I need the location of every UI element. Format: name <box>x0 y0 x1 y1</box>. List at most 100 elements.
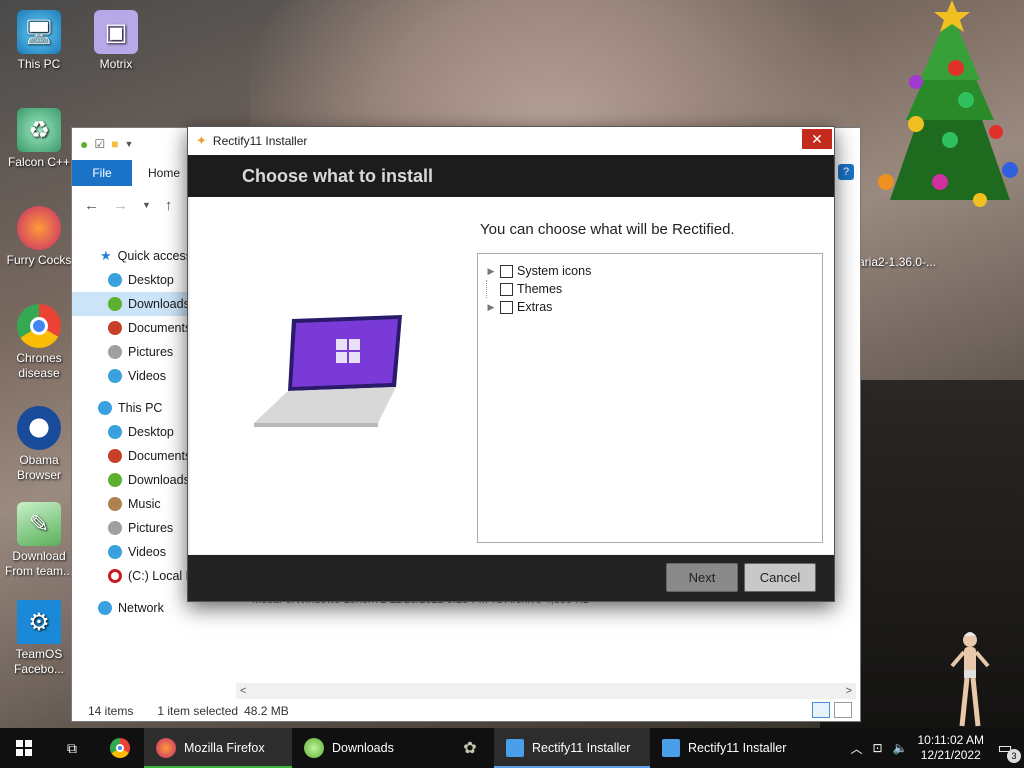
tree-item-local-disk[interactable]: (C:) Local D <box>72 564 190 588</box>
falcon-icon: ♻ <box>17 108 61 152</box>
taskbar-app-downloads[interactable]: Downloads <box>292 728 446 768</box>
start-button[interactable] <box>0 728 48 768</box>
videos-folder-icon <box>108 545 122 559</box>
option-checkbox[interactable] <box>500 282 513 296</box>
ribbon-file-tab[interactable]: File <box>72 160 132 186</box>
tree-item-desktop[interactable]: Desktop <box>72 420 190 444</box>
desktop-icon-obama[interactable]: Obama Browser <box>1 406 77 483</box>
chevron-up-icon[interactable]: ︿ <box>850 740 862 757</box>
taskbar: ⧉ Mozilla Firefox Downloads ✿ Rectify11 … <box>0 728 1024 768</box>
details-view-icon[interactable] <box>812 702 830 718</box>
taskbar-pinned-app[interactable]: ✿ <box>446 728 494 768</box>
network-icon <box>98 601 112 615</box>
clock-time: 10:11:02 AM <box>917 733 985 747</box>
status-selection: 1 item selected <box>157 704 239 718</box>
explorer-icon <box>304 738 324 758</box>
installer-titlebar[interactable]: ✦ Rectify11 Installer ✕ <box>188 127 834 155</box>
tree-item-downloads[interactable]: Downloads <box>72 468 190 492</box>
view-toggle <box>812 702 852 718</box>
desktop-icon-label: Chrones disease <box>16 351 62 380</box>
tree-item-pictures[interactable]: Pictures <box>72 340 190 364</box>
option-themes[interactable]: Themes <box>486 280 562 298</box>
taskbar-app-label: Rectify11 Installer <box>688 741 787 755</box>
tree-item-network[interactable]: Network <box>72 596 190 620</box>
clock[interactable]: 10:11:02 AM 12/21/2022 <box>918 733 985 763</box>
firefox-icon <box>156 738 176 758</box>
downloads-folder-icon <box>108 473 122 487</box>
tree-item-label: Network <box>118 601 164 615</box>
tree-item-pictures[interactable]: Pictures <box>72 516 190 540</box>
tree-item-music[interactable]: Music <box>72 492 190 516</box>
large-icons-view-icon[interactable] <box>834 702 852 718</box>
recent-locations-chevron-icon[interactable]: ▼ <box>142 200 151 210</box>
back-arrow-icon[interactable]: ← <box>84 197 99 214</box>
laptop-illustration <box>254 315 402 427</box>
chevron-down-icon[interactable]: ▼ <box>124 139 133 149</box>
chrome-icon <box>17 304 61 348</box>
clock-date: 12/21/2022 <box>920 748 981 762</box>
component-tree: ▶ System icons Themes ▶ Extras <box>477 253 823 543</box>
network-tray-icon[interactable]: ⊡ <box>872 741 882 755</box>
option-label: System icons <box>517 264 592 278</box>
expand-chevron-icon[interactable]: ▶ <box>486 266 496 277</box>
installer-title: Rectify11 Installer <box>212 134 308 148</box>
explorer-nav-tree: ★ Quick access Desktop Downloads Documen… <box>72 244 190 620</box>
quick-access-toolbar-icon[interactable]: ☑ <box>94 137 105 151</box>
status-size: 48.2 MB <box>244 704 289 718</box>
notification-center-button[interactable]: ▭ 3 <box>994 737 1021 763</box>
desktop-icon-this-pc[interactable]: 🖥 This PC <box>1 10 77 72</box>
option-system-icons[interactable]: ▶ System icons <box>486 262 592 280</box>
downloads-folder-icon <box>108 297 122 311</box>
installer-footer: Next Cancel <box>188 555 834 601</box>
notification-count: 3 <box>1007 749 1021 763</box>
tree-item-label: Documents <box>128 449 190 463</box>
cancel-button[interactable]: Cancel <box>744 563 816 592</box>
status-item-count: 14 items <box>88 704 134 718</box>
installer-dialog[interactable]: ✦ Rectify11 Installer ✕ Choose what to i… <box>187 126 835 602</box>
tree-item-documents[interactable]: Documents <box>72 316 190 340</box>
desktop-icon-label: Motrix <box>99 57 133 71</box>
close-icon[interactable]: ✕ <box>802 129 832 149</box>
next-button[interactable]: Next <box>666 563 738 592</box>
option-checkbox[interactable] <box>500 300 513 314</box>
tree-item-videos[interactable]: Videos <box>72 364 190 388</box>
forward-arrow-icon[interactable]: → <box>113 197 128 214</box>
taskbar-chrome[interactable] <box>96 728 144 768</box>
horizontal-scrollbar[interactable]: < > <box>236 683 856 699</box>
desktop-icon-download[interactable]: ✎ Download From team... <box>1 502 77 579</box>
videos-folder-icon <box>108 369 122 383</box>
desktop-icon-firefox[interactable]: Furry Cocks <box>1 206 77 268</box>
volume-icon[interactable]: 🔈 <box>893 741 908 755</box>
explorer-status-bar: 14 items 1 item selected 48.2 MB <box>72 700 860 722</box>
star-icon: ★ <box>100 248 112 263</box>
desktop-icon-aria2[interactable]: aria2-1.36.0-... <box>858 255 936 269</box>
tree-item-desktop[interactable]: Desktop <box>72 268 190 292</box>
tree-item-downloads[interactable]: Downloads <box>72 292 190 316</box>
expand-chevron-icon[interactable]: ▶ <box>486 302 496 313</box>
scroll-right-icon[interactable]: > <box>846 685 852 697</box>
task-view-button[interactable]: ⧉ <box>48 728 96 768</box>
option-extras[interactable]: ▶ Extras <box>486 298 553 316</box>
taskbar-app-label: Downloads <box>332 741 394 755</box>
tree-item-videos[interactable]: Videos <box>72 540 190 564</box>
desktop-icon-teamos[interactable]: ⚙ TeamOS Facebo... <box>1 600 77 677</box>
desktop-icon-label: TeamOS Facebo... <box>13 647 65 676</box>
desktop-icon-chrome[interactable]: Chrones disease <box>1 304 77 381</box>
computer-icon <box>98 401 112 415</box>
tree-item-label: Videos <box>128 545 166 559</box>
tree-item-quick-access[interactable]: ★ Quick access <box>72 244 190 268</box>
tree-item-this-pc[interactable]: This PC <box>72 396 190 420</box>
desktop-icon-motrix[interactable]: ▣ Motrix <box>78 10 154 72</box>
up-arrow-icon[interactable]: ↑ <box>165 197 173 214</box>
drive-icon <box>108 569 122 583</box>
taskbar-app-rectify11-1[interactable]: Rectify11 Installer <box>494 728 650 768</box>
tree-item-label: Pictures <box>128 345 174 359</box>
taskbar-app-rectify11-2[interactable]: Rectify11 Installer <box>650 728 806 768</box>
taskbar-app-firefox[interactable]: Mozilla Firefox <box>144 728 292 768</box>
help-icon[interactable]: ? <box>838 164 854 180</box>
tree-item-documents[interactable]: Documents <box>72 444 190 468</box>
option-checkbox[interactable] <box>500 264 513 278</box>
desktop-icon-falcon[interactable]: ♻ Falcon C++ <box>1 108 77 170</box>
folder-icon[interactable]: ■ <box>111 137 118 151</box>
scroll-left-icon[interactable]: < <box>240 685 246 697</box>
